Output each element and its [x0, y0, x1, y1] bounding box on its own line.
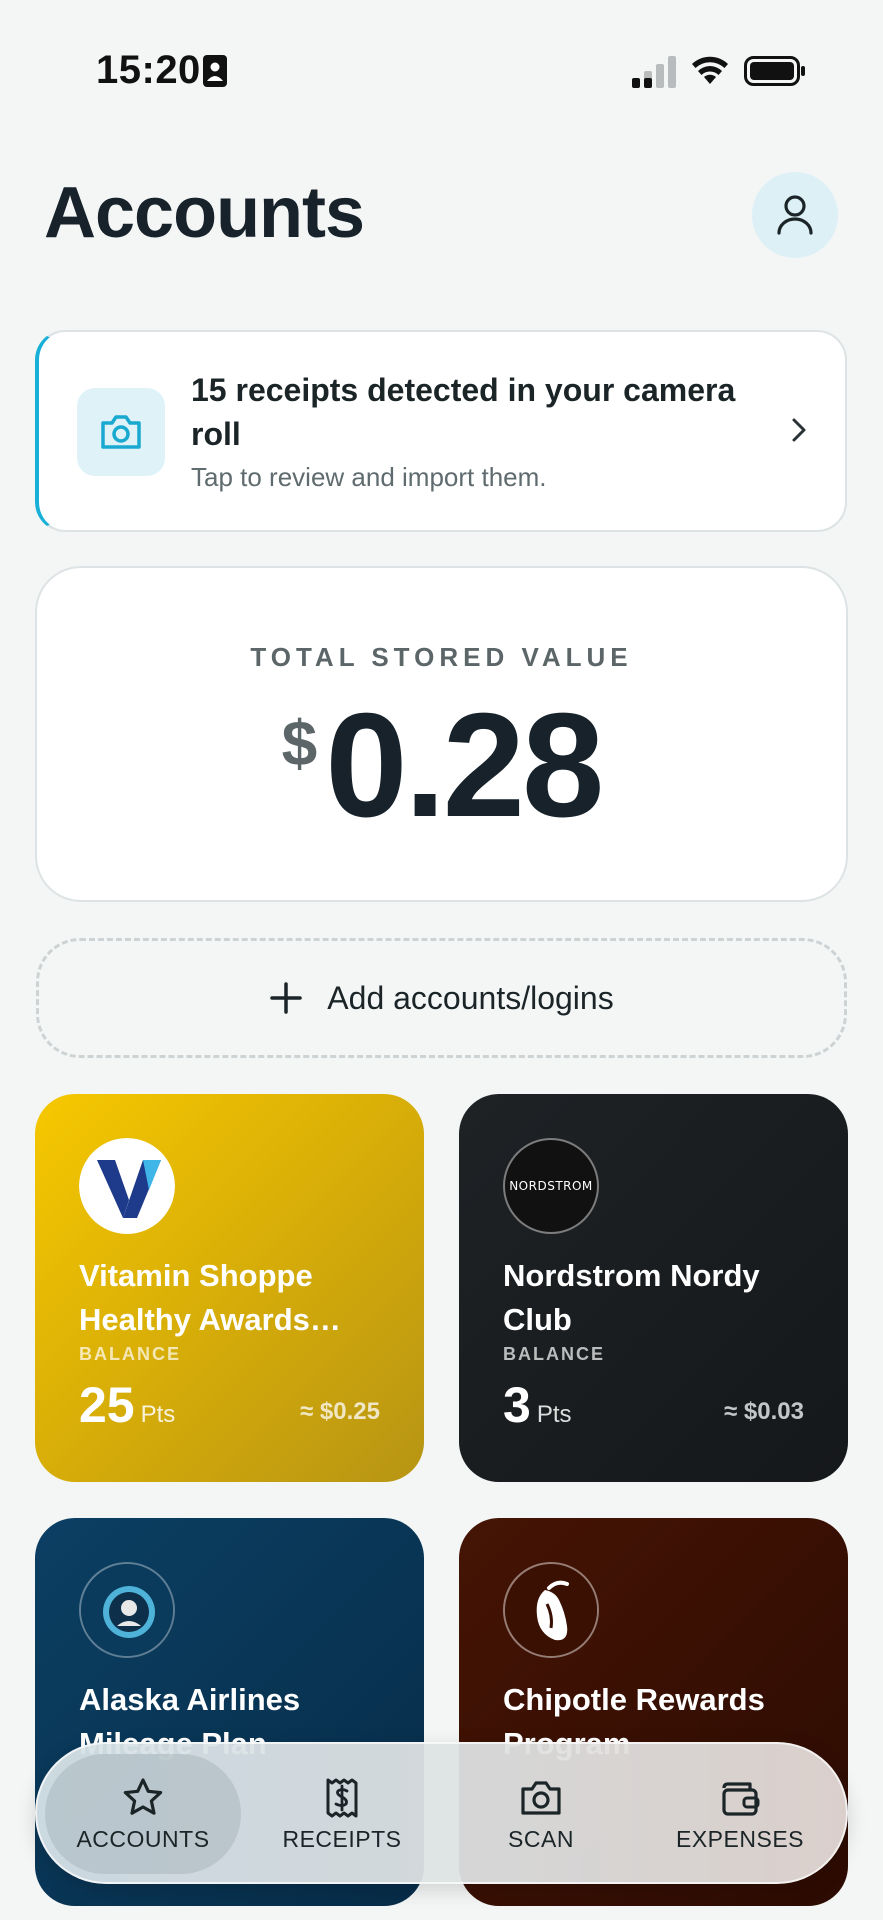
camera-icon: [521, 1780, 561, 1815]
nav-expenses[interactable]: EXPENSES: [642, 1754, 838, 1874]
wifi-icon: [692, 56, 728, 84]
camera-icon: [101, 415, 141, 449]
balance-approx-value: ≈ $0.03: [724, 1398, 804, 1425]
nav-accounts[interactable]: ACCOUNTS: [45, 1754, 241, 1874]
receipt-dollar-icon: [326, 1778, 358, 1817]
nav-label: SCAN: [508, 1825, 574, 1852]
total-value: 0.28: [325, 683, 604, 848]
receipts-detected-banner[interactable]: 15 receipts detected in your camera roll…: [35, 330, 847, 532]
profile-button[interactable]: [752, 172, 838, 258]
nav-label: ACCOUNTS: [76, 1825, 210, 1852]
nordstrom-logo: NORDSTROM: [503, 1138, 599, 1234]
balance-value: 25 Pts: [79, 1376, 175, 1434]
balance-approx-value: ≈ $0.25: [300, 1398, 380, 1425]
banner-subtitle: Tap to review and import them.: [191, 462, 547, 492]
status-time: 15:20: [96, 48, 201, 92]
nav-scan[interactable]: SCAN: [443, 1754, 639, 1874]
account-name: Vitamin Shoppe Healthy Awards…: [79, 1258, 341, 1337]
star-icon: [123, 1777, 163, 1815]
balance-number: 25: [79, 1377, 135, 1433]
nav-label: RECEIPTS: [282, 1825, 402, 1852]
balance-label: BALANCE: [79, 1344, 181, 1364]
vitamin-shoppe-logo: [79, 1138, 175, 1234]
add-accounts-button[interactable]: Add accounts/logins: [36, 938, 847, 1058]
account-card-nordstrom[interactable]: NORDSTROM Nordstrom Nordy Club BALANCE 3…: [459, 1094, 848, 1482]
page-title: Accounts: [44, 173, 365, 253]
add-accounts-label: Add accounts/logins: [327, 979, 614, 1016]
total-stored-value-card: TOTAL STORED VALUE $0.28: [35, 566, 848, 902]
total-currency: $: [281, 707, 318, 779]
chipotle-logo: [503, 1562, 599, 1658]
account-name: Nordstrom Nordy Club: [503, 1258, 760, 1337]
chevron-right-icon: [792, 418, 806, 442]
wallet-icon: [722, 1781, 760, 1816]
balance-label: BALANCE: [503, 1344, 605, 1364]
nordstrom-logo-text: NORDSTROM: [509, 1179, 593, 1193]
bottom-navigation: ACCOUNTS RECEIPTS SCAN EXPENSES: [35, 1742, 848, 1884]
nav-receipts[interactable]: RECEIPTS: [244, 1754, 440, 1874]
plus-icon: [270, 982, 303, 1014]
nav-label: EXPENSES: [676, 1825, 804, 1852]
banner-camera-icon-box: [77, 388, 165, 476]
total-label: TOTAL STORED VALUE: [250, 642, 633, 672]
balance-value: 3 Pts: [503, 1376, 572, 1434]
total-amount: $0.28: [37, 686, 846, 846]
battery-icon: [744, 56, 805, 86]
balance-unit: Pts: [140, 1401, 176, 1428]
status-bar: 15:20: [0, 0, 883, 130]
balance-number: 3: [503, 1377, 531, 1433]
alaska-airlines-logo: [79, 1562, 175, 1658]
signal-icon: [632, 56, 676, 88]
balance-unit: Pts: [536, 1401, 572, 1428]
account-card-vitamin-shoppe[interactable]: Vitamin Shoppe Healthy Awards… BALANCE 2…: [35, 1094, 424, 1482]
sim-card-icon: [203, 55, 227, 87]
user-icon: [777, 195, 813, 235]
banner-title: 15 receipts detected in your camera roll: [191, 372, 736, 452]
